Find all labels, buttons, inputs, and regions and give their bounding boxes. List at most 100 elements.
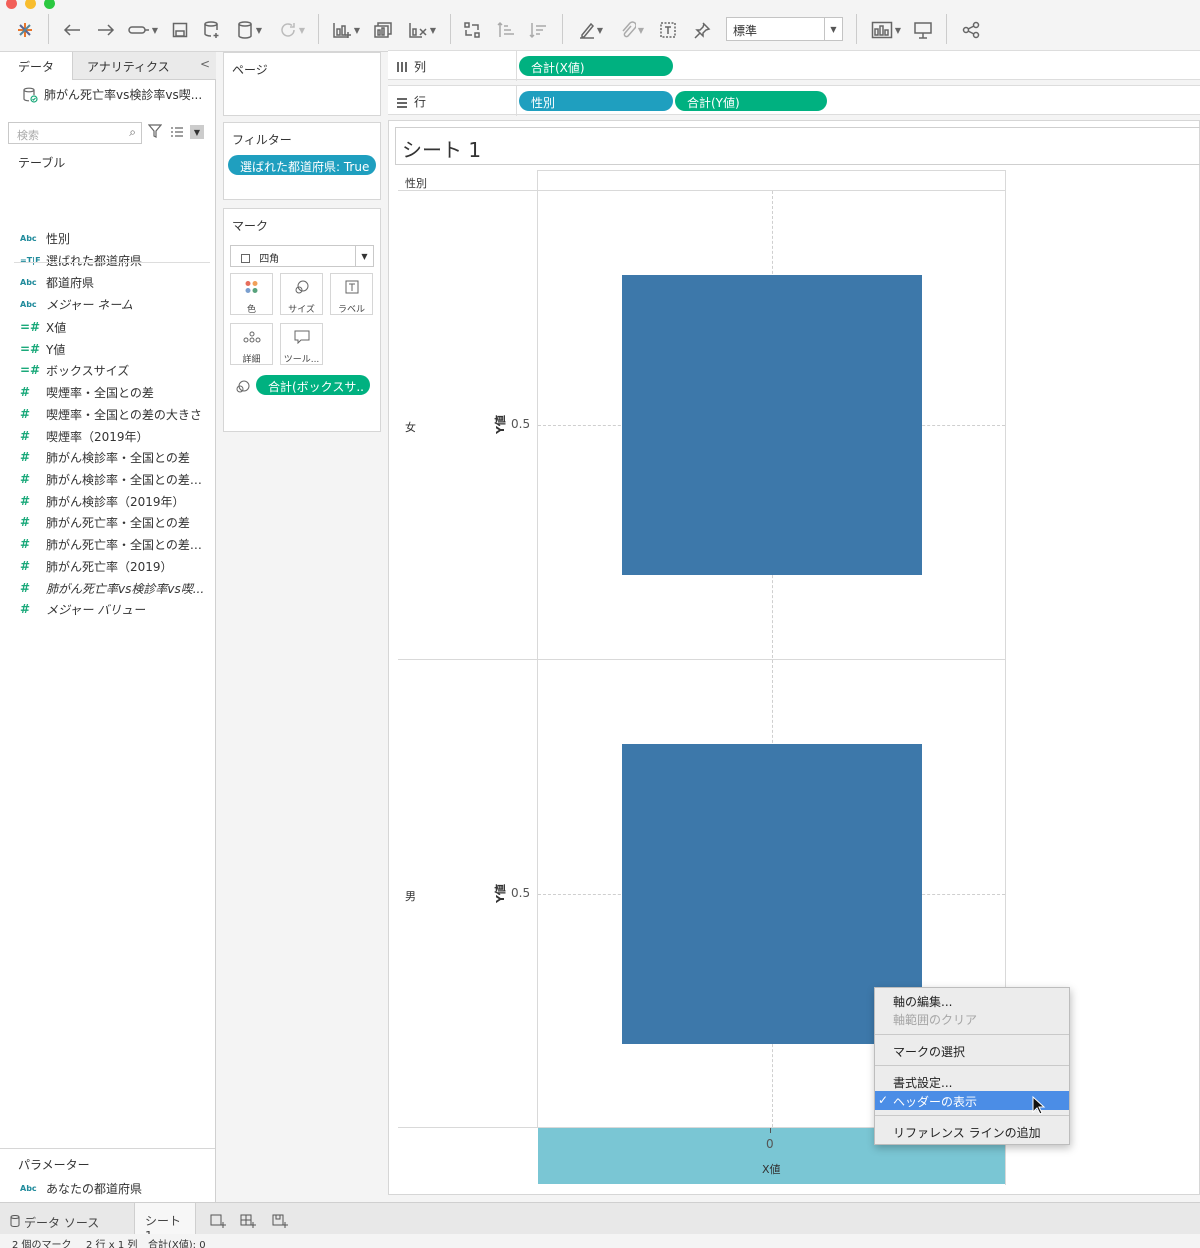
row-header-female[interactable]: 女 xyxy=(405,419,416,435)
menu-format[interactable]: 書式設定... xyxy=(875,1072,1069,1091)
tab-analytics[interactable]: アナリティクス < xyxy=(72,52,216,80)
show-mark-labels-icon[interactable] xyxy=(656,18,680,42)
columns-shelf[interactable]: 列 合計(X値) xyxy=(388,50,1200,81)
filter-pill[interactable]: 選ばれた都道府県: True xyxy=(228,155,376,175)
field-item[interactable]: # 喫煙率・全国との差 xyxy=(20,382,210,402)
square-mark-icon xyxy=(241,254,250,263)
field-item[interactable]: Abc 性別 xyxy=(20,228,210,248)
x-axis-title[interactable]: X値 xyxy=(762,1161,781,1177)
tab-datasource[interactable]: データ ソース xyxy=(0,1207,130,1233)
field-item[interactable]: # メジャー バリュー xyxy=(20,599,210,619)
group-members-icon[interactable]: ▼ xyxy=(612,18,652,42)
field-item[interactable]: Abc メジャー ネーム xyxy=(20,294,210,314)
swap-rows-columns-icon[interactable] xyxy=(460,18,484,42)
field-item[interactable]: # 肺がん検診率（2019年） xyxy=(20,491,210,511)
mouse-cursor-icon xyxy=(1032,1095,1046,1120)
maximize-window-button[interactable] xyxy=(44,0,55,9)
measure-type-icon: =# xyxy=(20,342,41,356)
mark-type-dropdown[interactable]: 四角 ▼ xyxy=(230,245,374,267)
show-me-icon[interactable]: ▼ xyxy=(866,18,906,42)
field-item[interactable]: # 肺がん死亡率・全国との差 xyxy=(20,512,210,532)
field-item[interactable]: =T|F 選ばれた都道府県 xyxy=(20,250,210,270)
tab-sheet-1[interactable]: シート 1 xyxy=(134,1203,196,1243)
y-axis-title[interactable]: Y値 xyxy=(492,415,508,434)
field-name: 喫煙率・全国との差 xyxy=(46,385,154,400)
field-item[interactable]: =# X値 xyxy=(20,317,210,337)
color-button[interactable]: 色 xyxy=(230,273,273,315)
tab-data[interactable]: データ xyxy=(0,52,72,80)
field-item[interactable]: # 肺がん検診率・全国との差の... xyxy=(20,469,210,489)
minimize-window-button[interactable] xyxy=(25,0,36,9)
presentation-mode-icon[interactable] xyxy=(910,18,936,42)
field-item[interactable]: # 肺がん検診率・全国との差 xyxy=(20,447,210,467)
square-mark[interactable] xyxy=(621,274,922,575)
field-name: 肺がん死亡率・全国との差の... xyxy=(46,537,206,552)
clear-sheet-icon[interactable]: ▼ xyxy=(402,18,442,42)
field-item[interactable]: # 喫煙率（2019年） xyxy=(20,426,210,446)
y-axis-tick-label: 0.5 xyxy=(511,885,531,900)
field-name: メジャー ネーム xyxy=(46,297,133,312)
filters-shelf[interactable]: フィルター 選ばれた都道府県: True xyxy=(223,122,381,200)
search-input[interactable]: 検索 ⌕ xyxy=(8,122,142,144)
refresh-icon[interactable]: ▼ xyxy=(272,18,312,42)
field-item[interactable]: Abc 都道府県 xyxy=(20,272,210,292)
y-axis-title[interactable]: Y値 xyxy=(492,884,508,903)
sort-ascending-icon[interactable] xyxy=(494,18,518,42)
field-item[interactable]: # 肺がん死亡率（2019） xyxy=(20,556,210,576)
sort-descending-icon[interactable] xyxy=(526,18,550,42)
size-pill[interactable]: 合計(ボックスサ.. xyxy=(256,375,370,395)
rows-pill-gender[interactable]: 性別 xyxy=(519,91,673,111)
row-header-title[interactable]: 性別 xyxy=(405,175,427,191)
measure-type-icon: # xyxy=(20,472,31,486)
field-name: 肺がん死亡率vs検診率vs喫... xyxy=(46,581,205,596)
field-item[interactable]: =# Y値 xyxy=(20,339,210,359)
new-worksheet-icon[interactable]: ▼ xyxy=(326,18,366,42)
menu-edit-axis[interactable]: 軸の編集... xyxy=(875,991,1069,1010)
tableau-logo-icon[interactable] xyxy=(12,18,38,42)
field-name: 肺がん検診率（2019年） xyxy=(46,494,185,509)
share-icon[interactable] xyxy=(958,18,984,42)
search-icon: ⌕ xyxy=(129,125,136,139)
field-item[interactable]: =# ボックスサイズ xyxy=(20,360,210,380)
string-type-icon: Abc xyxy=(20,277,37,287)
filter-icon[interactable] xyxy=(147,124,163,142)
columns-pill-x[interactable]: 合計(X値) xyxy=(519,56,673,76)
view-toggle-icon[interactable]: ▼ xyxy=(170,122,208,142)
pages-shelf[interactable]: ページ xyxy=(223,52,381,116)
new-story-tab-icon[interactable] xyxy=(262,1207,290,1233)
collapse-pane-icon[interactable]: < xyxy=(200,57,210,71)
datasource-item[interactable]: 肺がん死亡率vs検診率vs喫... xyxy=(22,86,202,103)
parameter-item[interactable]: Abc あなたの都道府県 xyxy=(20,1178,210,1198)
swap-icon[interactable]: ▼ xyxy=(124,18,162,42)
rows-pill-y[interactable]: 合計(Y値) xyxy=(675,91,827,111)
new-worksheet-tab-icon[interactable] xyxy=(200,1207,228,1233)
highlight-icon[interactable]: ▼ xyxy=(572,18,610,42)
redo-icon[interactable] xyxy=(94,18,118,42)
size-button[interactable]: サイズ xyxy=(280,273,323,315)
menu-select-marks[interactable]: マークの選択 xyxy=(875,1041,1069,1060)
fix-axes-icon[interactable] xyxy=(690,18,714,42)
new-datasource-icon[interactable] xyxy=(200,18,224,42)
row-header-male[interactable]: 男 xyxy=(405,888,416,904)
field-item[interactable]: # 肺がん死亡率・全国との差の... xyxy=(20,534,210,554)
detail-button[interactable]: 詳細 xyxy=(230,323,273,365)
menu-show-header-label: ヘッダーの表示 xyxy=(893,1095,978,1109)
sheet-title[interactable]: シート 1 xyxy=(395,127,1200,165)
undo-icon[interactable] xyxy=(60,18,84,42)
fit-dropdown[interactable]: 標準 ▼ xyxy=(726,17,843,41)
tooltip-button[interactable]: ツール... xyxy=(280,323,323,365)
label-button[interactable]: ラベル xyxy=(330,273,373,315)
menu-add-reference-line[interactable]: リファレンス ラインの追加 xyxy=(875,1122,1069,1141)
measure-type-icon: # xyxy=(20,537,31,551)
color-icon xyxy=(231,280,272,302)
dimension-measure-divider xyxy=(14,262,210,263)
pause-updates-icon[interactable]: ▼ xyxy=(230,18,270,42)
field-item[interactable]: # 肺がん死亡率vs検診率vs喫... xyxy=(20,578,210,598)
field-item[interactable]: # 喫煙率・全国との差の大きさ xyxy=(20,404,210,424)
close-window-button[interactable] xyxy=(6,0,17,9)
field-name: 喫煙率（2019年） xyxy=(46,429,149,444)
rows-shelf[interactable]: 行 性別 合計(Y値) xyxy=(388,85,1200,116)
new-dashboard-tab-icon[interactable] xyxy=(230,1207,258,1233)
duplicate-sheet-icon[interactable] xyxy=(370,18,396,42)
save-icon[interactable] xyxy=(168,18,192,42)
